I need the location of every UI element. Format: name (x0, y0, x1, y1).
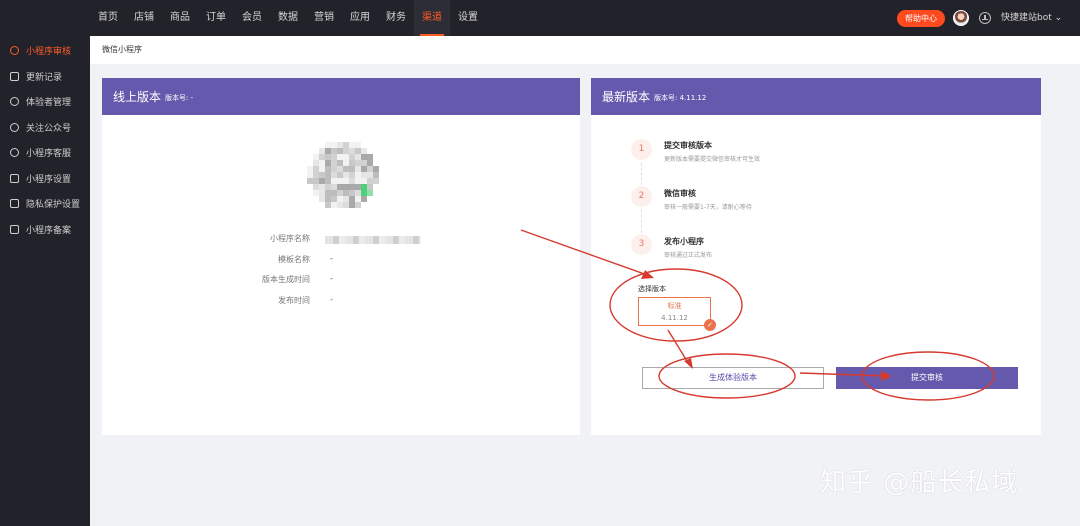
help-center-button[interactable]: 帮助中心 (897, 10, 945, 27)
step-title: 提交审核版本 (664, 141, 712, 150)
user-icon (10, 97, 19, 107)
privacy-doc-icon (10, 199, 19, 209)
filing-doc-icon (10, 224, 19, 234)
step-desc: 审核一般需要1-7天，请耐心等待 (664, 204, 752, 211)
sidebar-item-label: 更新记录 (26, 72, 63, 83)
panel-title: 线上版本 (113, 90, 162, 104)
sidebar-item-settings[interactable]: 小程序设置 (0, 166, 90, 192)
info-value: - (330, 295, 333, 304)
version-option-standard[interactable]: 标准 4.11.12 ✓ (638, 297, 716, 331)
sidebar-item-label: 小程序设置 (26, 174, 72, 185)
nav-marketing[interactable]: 营销 (306, 0, 342, 36)
mini-program-name-blurred (325, 236, 421, 244)
record-icon (10, 71, 19, 81)
sidebar-item-follow-official[interactable]: 关注公众号 (0, 115, 90, 141)
qr-mosaic-cell (373, 178, 379, 184)
breadcrumb: 微信小程序 (102, 45, 142, 54)
nav-store[interactable]: 店铺 (126, 0, 162, 36)
step-desc: 审核通过正式发布 (664, 252, 713, 259)
info-row-build-time: 版本生成时间 - (192, 274, 492, 288)
info-row-template: 模板名称 - (192, 254, 492, 268)
sidebar-item-update-log[interactable]: 更新记录 (0, 64, 90, 90)
nav-products[interactable]: 商品 (162, 0, 198, 36)
sidebar-item-privacy[interactable]: 隐私保护设置 (0, 191, 90, 217)
wechat-icon (10, 122, 19, 132)
download-icon[interactable] (979, 12, 991, 24)
info-row-publish-time: 发布时间 - (192, 295, 492, 309)
nav-settings[interactable]: 设置 (450, 0, 486, 36)
watermark: 知乎 @船长私域 (820, 468, 1019, 498)
step-title: 微信审核 (664, 189, 696, 198)
info-label: 发布时间 (278, 296, 310, 305)
avatar[interactable] (953, 10, 969, 26)
settings-doc-icon (10, 173, 19, 183)
online-version-panel: 线上版本 版本号: - 小程序名称 模板名称 - 版本生成时间 - 发布时间 - (102, 78, 580, 435)
online-version-header: 线上版本 版本号: - (102, 78, 580, 115)
step-desc: 更新版本需要提交微信审核才可生效 (664, 156, 761, 163)
info-label: 版本生成时间 (262, 275, 310, 284)
qr-mosaic-cell (361, 196, 367, 202)
sidebar-item-label: 隐私保护设置 (26, 200, 81, 211)
sidebar-item-label: 小程序客服 (26, 149, 72, 160)
step-title: 发布小程序 (664, 237, 704, 246)
version-number: 版本号: 4.11.12 (654, 93, 707, 102)
latest-version-panel: 最新版本 版本号: 4.11.12 1 提交审核版本 更新版本需要提交微信审核才… (591, 78, 1041, 435)
step-connector (641, 163, 642, 185)
main-nav: 首页 店铺 商品 订单 会员 数据 营销 应用 财务 渠道 设置 (90, 0, 486, 36)
nav-orders[interactable]: 订单 (198, 0, 234, 36)
nav-members[interactable]: 会员 (234, 0, 270, 36)
submit-review-button[interactable]: 提交审核 (836, 367, 1018, 389)
step-connector (641, 209, 642, 233)
sidebar-item-label: 小程序备案 (26, 225, 72, 236)
version-number: 版本号: - (165, 93, 194, 102)
qr-mosaic-cell (355, 202, 361, 208)
latest-version-header: 最新版本 版本号: 4.11.12 (591, 78, 1041, 115)
version-option-name: 标准 (667, 302, 682, 310)
nav-finance[interactable]: 财务 (378, 0, 414, 36)
info-row-name: 小程序名称 (192, 233, 492, 247)
step-number: 2 (631, 186, 652, 207)
nav-apps[interactable]: 应用 (342, 0, 378, 36)
qr-mosaic-cell (367, 190, 373, 196)
sidebar-item-label: 小程序审核 (26, 47, 72, 58)
nav-home[interactable]: 首页 (90, 0, 126, 36)
user-menu[interactable]: 快捷建站bot ⌄ (1001, 0, 1062, 36)
check-icon: ✓ (704, 319, 716, 331)
info-label: 模板名称 (278, 255, 310, 264)
breadcrumb-bar: 微信小程序 (90, 36, 1080, 64)
link-icon (10, 46, 19, 56)
generate-experience-version-button[interactable]: 生成体验版本 (642, 367, 824, 389)
sidebar-item-label: 关注公众号 (26, 123, 72, 134)
panel-title: 最新版本 (602, 90, 651, 104)
select-version-label: 选择版本 (638, 285, 666, 293)
info-value: - (330, 254, 333, 263)
step-number: 1 (631, 139, 652, 160)
sidebar: 小程序审核 更新记录 体验者管理 关注公众号 小程序客服 小程序设置 隐私保护设… (0, 36, 90, 526)
nav-channels[interactable]: 渠道 (414, 0, 450, 36)
info-value: - (330, 274, 333, 283)
qr-code-image (305, 140, 381, 210)
version-option-number: 4.11.12 (661, 314, 688, 322)
sidebar-item-customer-service[interactable]: 小程序客服 (0, 140, 90, 166)
chat-icon (10, 148, 19, 158)
sidebar-item-testers[interactable]: 体验者管理 (0, 89, 90, 115)
top-navbar: 首页 店铺 商品 订单 会员 数据 营销 应用 财务 渠道 设置 帮助中心 快捷… (0, 0, 1080, 36)
sidebar-item-filing[interactable]: 小程序备案 (0, 217, 90, 243)
step-number: 3 (631, 234, 652, 255)
info-label: 小程序名称 (270, 234, 310, 243)
sidebar-item-label: 体验者管理 (26, 98, 72, 109)
sidebar-item-review[interactable]: 小程序审核 (0, 38, 90, 64)
nav-data[interactable]: 数据 (270, 0, 306, 36)
